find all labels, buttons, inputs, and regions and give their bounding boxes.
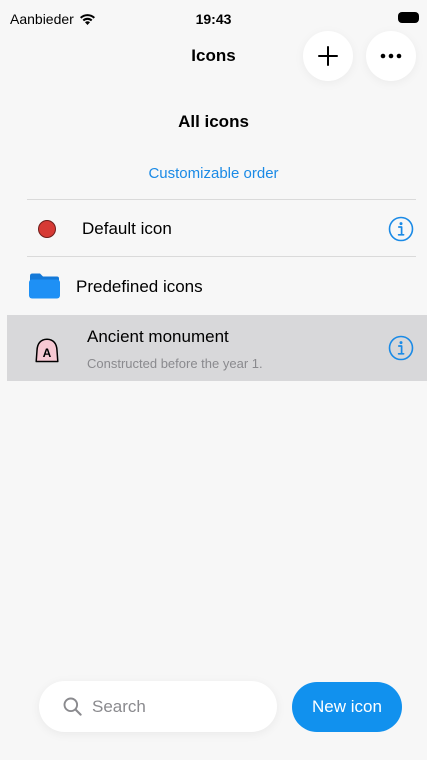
wifi-icon	[79, 13, 96, 25]
list-item-ancient-monument[interactable]	[7, 315, 427, 381]
carrier-info: Aanbieder	[10, 11, 96, 27]
add-button[interactable]	[303, 31, 353, 81]
search-field[interactable]: Search	[39, 681, 277, 732]
list-item-default-icon[interactable]	[0, 200, 427, 256]
monument-icon: A	[35, 338, 59, 363]
more-button[interactable]	[366, 31, 416, 81]
battery-icon	[398, 12, 419, 23]
customizable-order-link[interactable]: Customizable order	[0, 165, 427, 182]
list-item-label: Predefined icons	[76, 277, 203, 296]
ellipsis-icon	[380, 53, 402, 59]
info-icon[interactable]	[388, 335, 414, 361]
new-icon-button[interactable]: New icon	[292, 682, 402, 732]
clock: 19:43	[195, 11, 232, 27]
folder-icon	[29, 273, 60, 299]
list-item-predefined-icons[interactable]	[0, 257, 427, 315]
search-icon	[63, 697, 82, 716]
search-placeholder: Search	[92, 697, 146, 716]
info-icon[interactable]	[388, 216, 414, 242]
list-item-subtitle: Constructed before the year 1.	[87, 356, 263, 371]
list-item-label: Ancient monument	[87, 327, 229, 346]
list-item-label: Default icon	[82, 219, 172, 238]
section-title: All icons	[178, 112, 249, 131]
monument-badge-letter: A	[43, 346, 52, 360]
plus-icon	[318, 46, 338, 66]
status-bar: Aanbieder 19:43	[0, 0, 427, 36]
red-circle-icon	[38, 220, 56, 238]
page-title: Icons	[191, 46, 236, 65]
carrier-label: Aanbieder	[10, 11, 74, 27]
